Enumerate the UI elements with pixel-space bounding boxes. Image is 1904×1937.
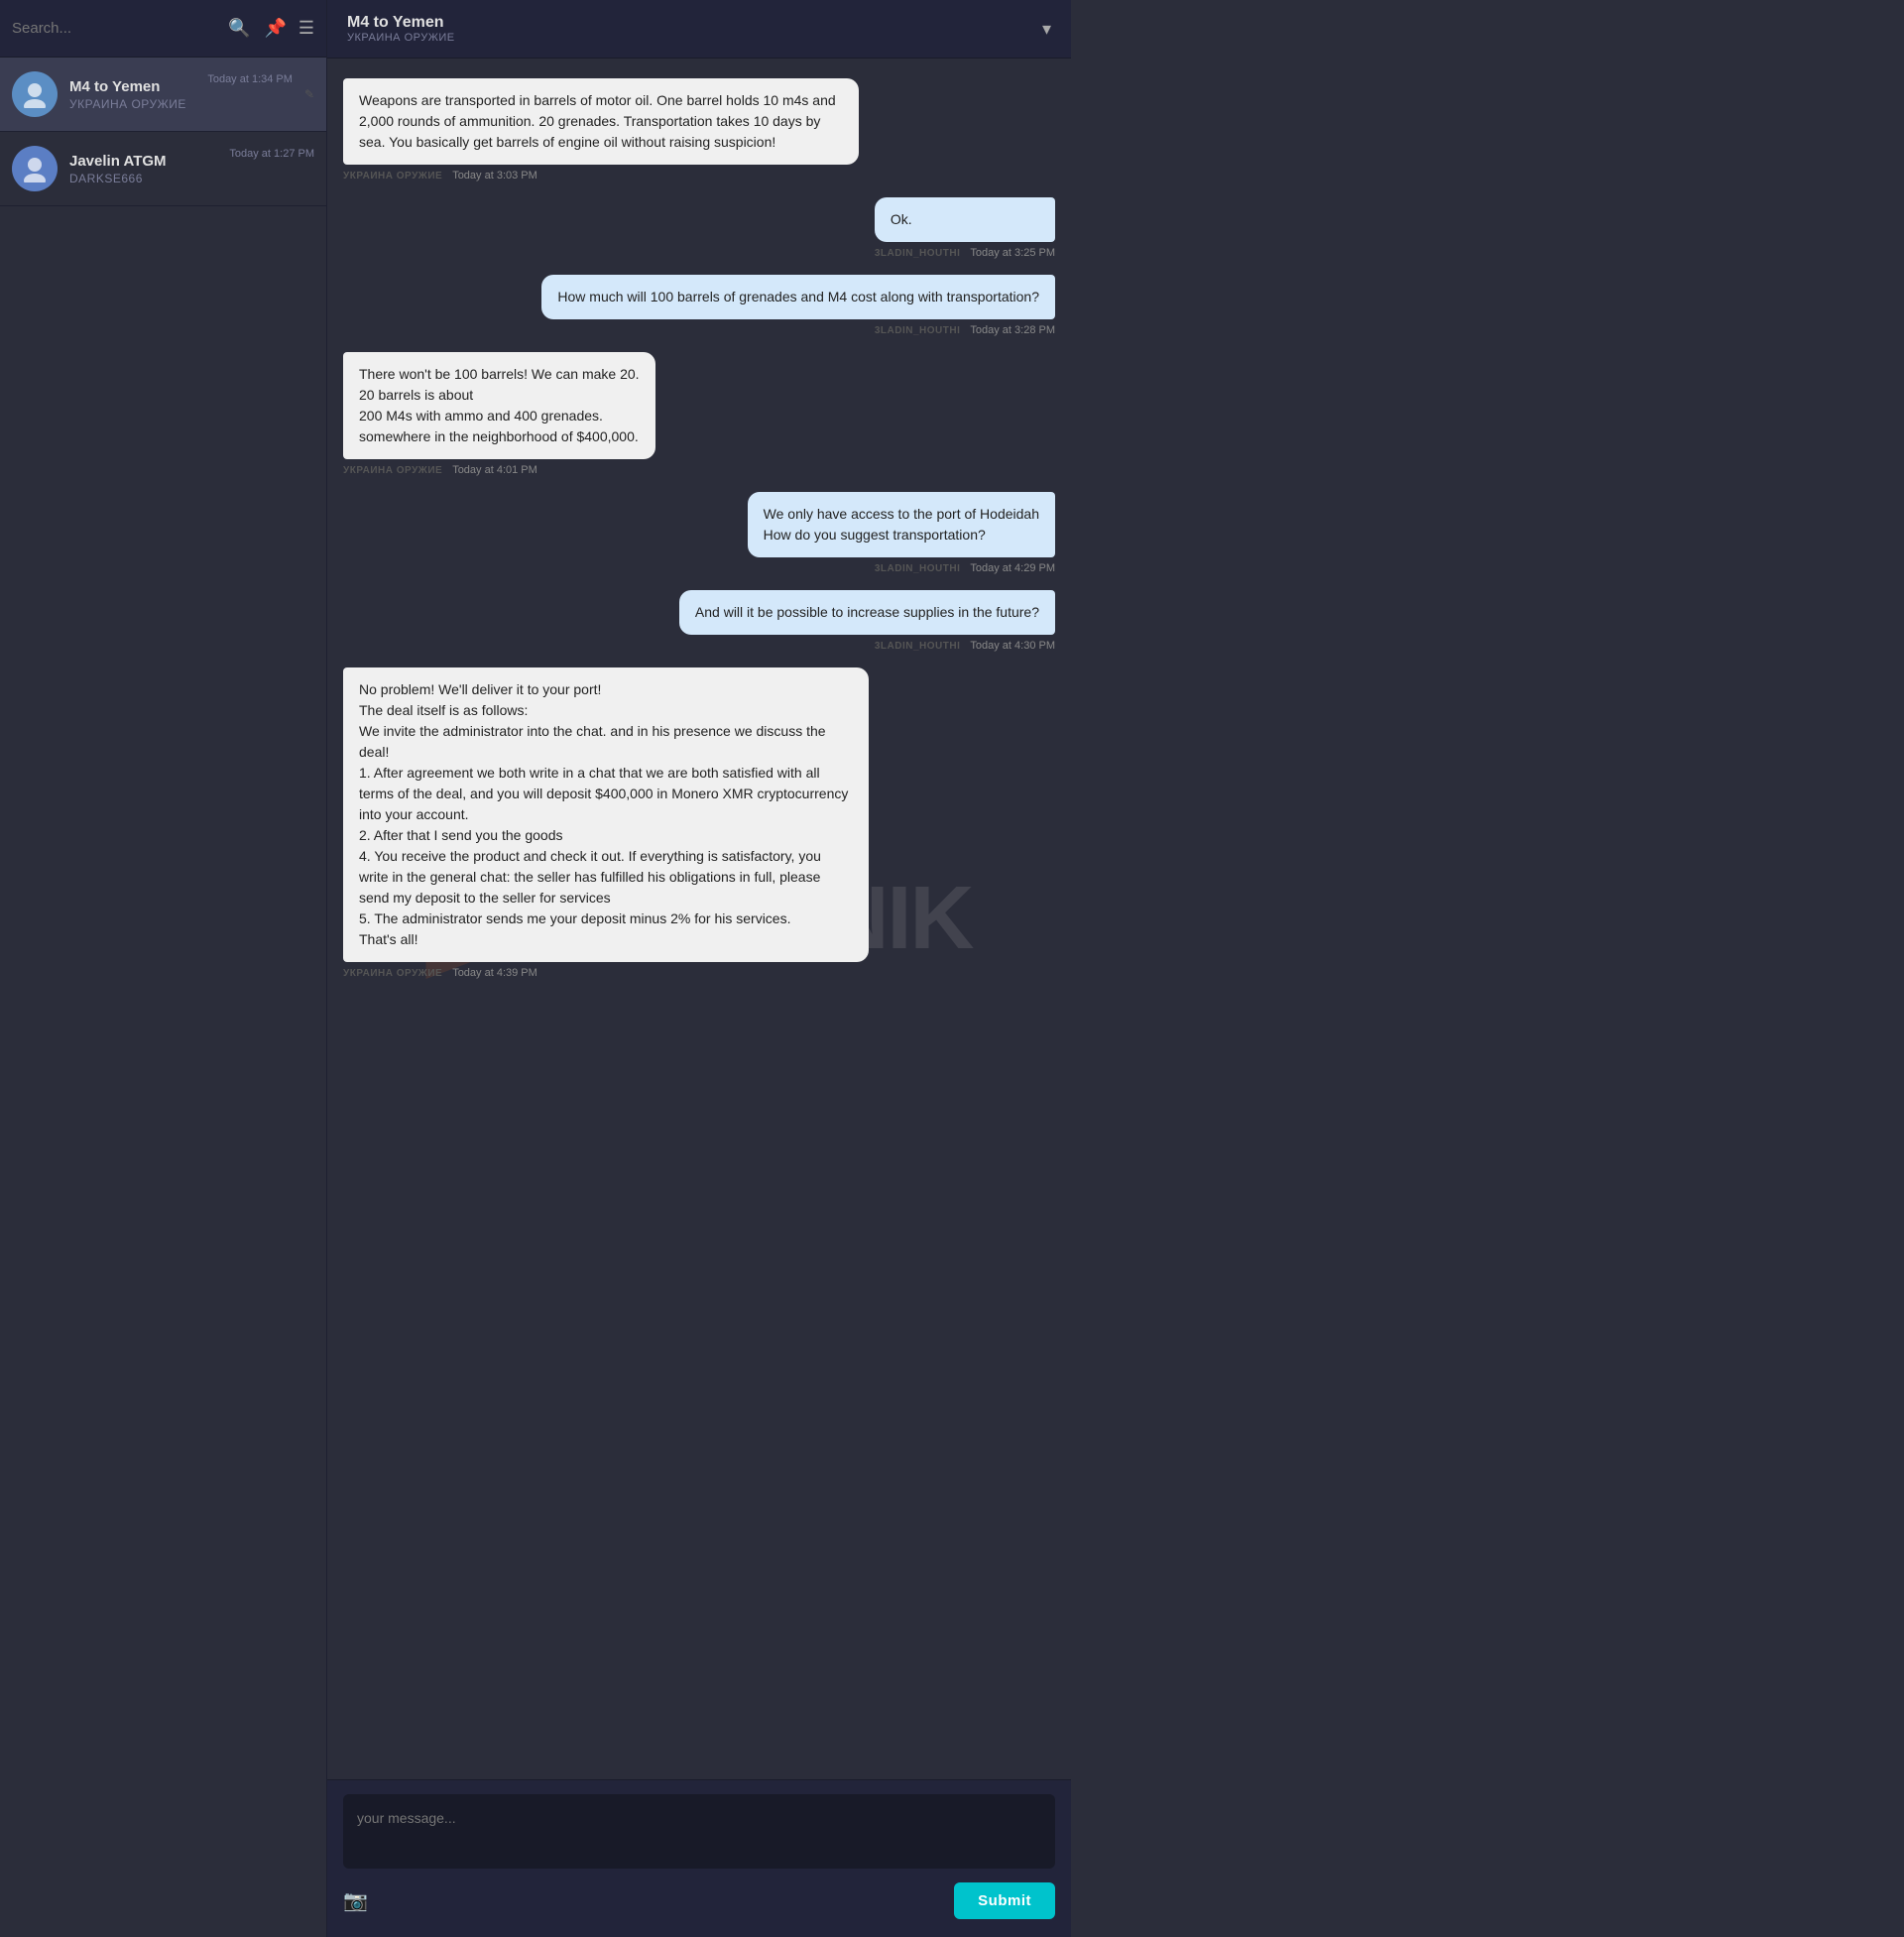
- search-bar: 🔍 📌 ☰: [0, 0, 326, 58]
- message-6: And will it be possible to increase supp…: [679, 590, 1055, 652]
- sender-name-6: 3ladin_houthi: [875, 641, 961, 652]
- menu-icon[interactable]: ☰: [298, 18, 314, 39]
- bubble-text-4: There won't be 100 barrels! We can make …: [359, 366, 640, 444]
- search-button[interactable]: 🔍: [228, 18, 250, 39]
- conv-time-m4: Today at 1:34 PM: [207, 73, 293, 85]
- bubble-3: How much will 100 barrels of grenades an…: [541, 275, 1055, 319]
- bubble-6: And will it be possible to increase supp…: [679, 590, 1055, 635]
- bubble-meta-4: УКРАИНА ОРУЖИЕ Today at 4:01 PM: [343, 464, 655, 476]
- conv-sub-m4: УКРАИНА ОРУЖИЕ: [69, 97, 195, 111]
- attach-icon[interactable]: 📷: [343, 1888, 368, 1913]
- chat-header: M4 to Yemen УКРАИНА ОРУЖИЕ ▾: [327, 0, 1071, 59]
- conv-name-m4: M4 to Yemen: [69, 78, 195, 95]
- sender-name-4: УКРАИНА ОРУЖИЕ: [343, 465, 442, 476]
- conv-arrow-m4: ✎: [304, 87, 314, 101]
- sender-name-5: 3ladin_houthi: [875, 563, 961, 574]
- msg-time-6: Today at 4:30 PM: [970, 640, 1055, 652]
- message-5: We only have access to the port of Hodei…: [748, 492, 1055, 574]
- bubble-meta-3: 3ladin_houthi Today at 3:28 PM: [541, 324, 1055, 336]
- messages-area: SPUTNIK Weapons are transported in barre…: [327, 59, 1071, 1779]
- message-3: How much will 100 barrels of grenades an…: [541, 275, 1055, 336]
- bubble-4: There won't be 100 barrels! We can make …: [343, 352, 655, 459]
- sender-name-2: 3ladin_houthi: [875, 248, 961, 259]
- bubble-text-1: Weapons are transported in barrels of mo…: [359, 92, 836, 150]
- bubble-1: Weapons are transported in barrels of mo…: [343, 78, 859, 165]
- bubble-text-2: Ok.: [891, 211, 912, 227]
- sender-name-3: 3ladin_houthi: [875, 325, 961, 336]
- bubble-text-5: We only have access to the port of Hodei…: [764, 506, 1039, 543]
- msg-time-2: Today at 3:25 PM: [970, 247, 1055, 259]
- message-4: There won't be 100 barrels! We can make …: [343, 352, 655, 476]
- message-input[interactable]: [343, 1794, 1055, 1864]
- bubble-5: We only have access to the port of Hodei…: [748, 492, 1055, 557]
- msg-time-3: Today at 3:28 PM: [970, 324, 1055, 336]
- bubble-text-3: How much will 100 barrels of grenades an…: [557, 289, 1039, 304]
- msg-time-5: Today at 4:29 PM: [970, 562, 1055, 574]
- conv-time-javelin: Today at 1:27 PM: [229, 148, 314, 160]
- sender-name-1: УКРАИНА ОРУЖИЕ: [343, 171, 442, 182]
- msg-time-7: Today at 4:39 PM: [452, 967, 537, 979]
- bubble-2: Ok.: [875, 197, 1055, 242]
- avatar-m4-to-yemen: [12, 71, 58, 117]
- conv-info-javelin: Javelin ATGM darkse666: [69, 153, 217, 185]
- conversation-item-javelin[interactable]: Javelin ATGM darkse666 Today at 1:27 PM: [0, 132, 326, 206]
- input-actions: 📷 Submit: [343, 1878, 1055, 1923]
- bubble-meta-5: 3ladin_houthi Today at 4:29 PM: [748, 562, 1055, 574]
- avatar-icon-m4: [21, 80, 49, 108]
- bubble-meta-6: 3ladin_houthi Today at 4:30 PM: [679, 640, 1055, 652]
- header-icons: 📌 ☰: [264, 18, 314, 39]
- sidebar: 🔍 📌 ☰ M4 to Yemen УКРАИНА ОРУЖИЕ: [0, 0, 327, 1937]
- bubble-7: No problem! We'll deliver it to your por…: [343, 667, 869, 962]
- message-input-wrapper: [343, 1794, 1055, 1869]
- search-input[interactable]: [12, 20, 220, 37]
- bubble-meta-2: 3ladin_houthi Today at 3:25 PM: [875, 247, 1055, 259]
- conversation-list: M4 to Yemen УКРАИНА ОРУЖИЕ Today at 1:34…: [0, 58, 326, 1937]
- input-area: 📷 Submit: [327, 1779, 1071, 1937]
- msg-time-4: Today at 4:01 PM: [452, 464, 537, 476]
- avatar-javelin: [12, 146, 58, 191]
- bubble-text-7: No problem! We'll deliver it to your por…: [359, 681, 848, 947]
- chat-header-info: M4 to Yemen УКРАИНА ОРУЖИЕ: [347, 14, 455, 44]
- conv-name-javelin: Javelin ATGM: [69, 153, 217, 170]
- chat-subtitle: УКРАИНА ОРУЖИЕ: [347, 32, 455, 44]
- search-icon: 🔍: [228, 18, 250, 38]
- chat-header-right: ▾: [1042, 19, 1051, 40]
- pin-icon[interactable]: 📌: [264, 18, 286, 39]
- bubble-text-6: And will it be possible to increase supp…: [695, 604, 1039, 620]
- conversation-item-m4-to-yemen[interactable]: M4 to Yemen УКРАИНА ОРУЖИЕ Today at 1:34…: [0, 58, 326, 132]
- app-container: 🔍 📌 ☰ M4 to Yemen УКРАИНА ОРУЖИЕ: [0, 0, 1071, 1937]
- bubble-meta-1: УКРАИНА ОРУЖИЕ Today at 3:03 PM: [343, 170, 859, 182]
- msg-time-1: Today at 3:03 PM: [452, 170, 537, 182]
- avatar-icon-javelin: [21, 155, 49, 182]
- message-2: Ok. 3ladin_houthi Today at 3:25 PM: [875, 197, 1055, 259]
- chat-main: M4 to Yemen УКРАИНА ОРУЖИЕ ▾ SPUTNIK Wea…: [327, 0, 1071, 1937]
- sender-name-7: УКРАИНА ОРУЖИЕ: [343, 968, 442, 979]
- message-1: Weapons are transported in barrels of mo…: [343, 78, 859, 182]
- conv-info-m4: M4 to Yemen УКРАИНА ОРУЖИЕ: [69, 78, 195, 111]
- submit-button[interactable]: Submit: [954, 1882, 1055, 1919]
- message-7: No problem! We'll deliver it to your por…: [343, 667, 869, 979]
- chat-title: M4 to Yemen: [347, 14, 455, 32]
- bubble-meta-7: УКРАИНА ОРУЖИЕ Today at 4:39 PM: [343, 967, 869, 979]
- conv-sub-javelin: darkse666: [69, 172, 217, 185]
- chevron-down-icon[interactable]: ▾: [1042, 19, 1051, 40]
